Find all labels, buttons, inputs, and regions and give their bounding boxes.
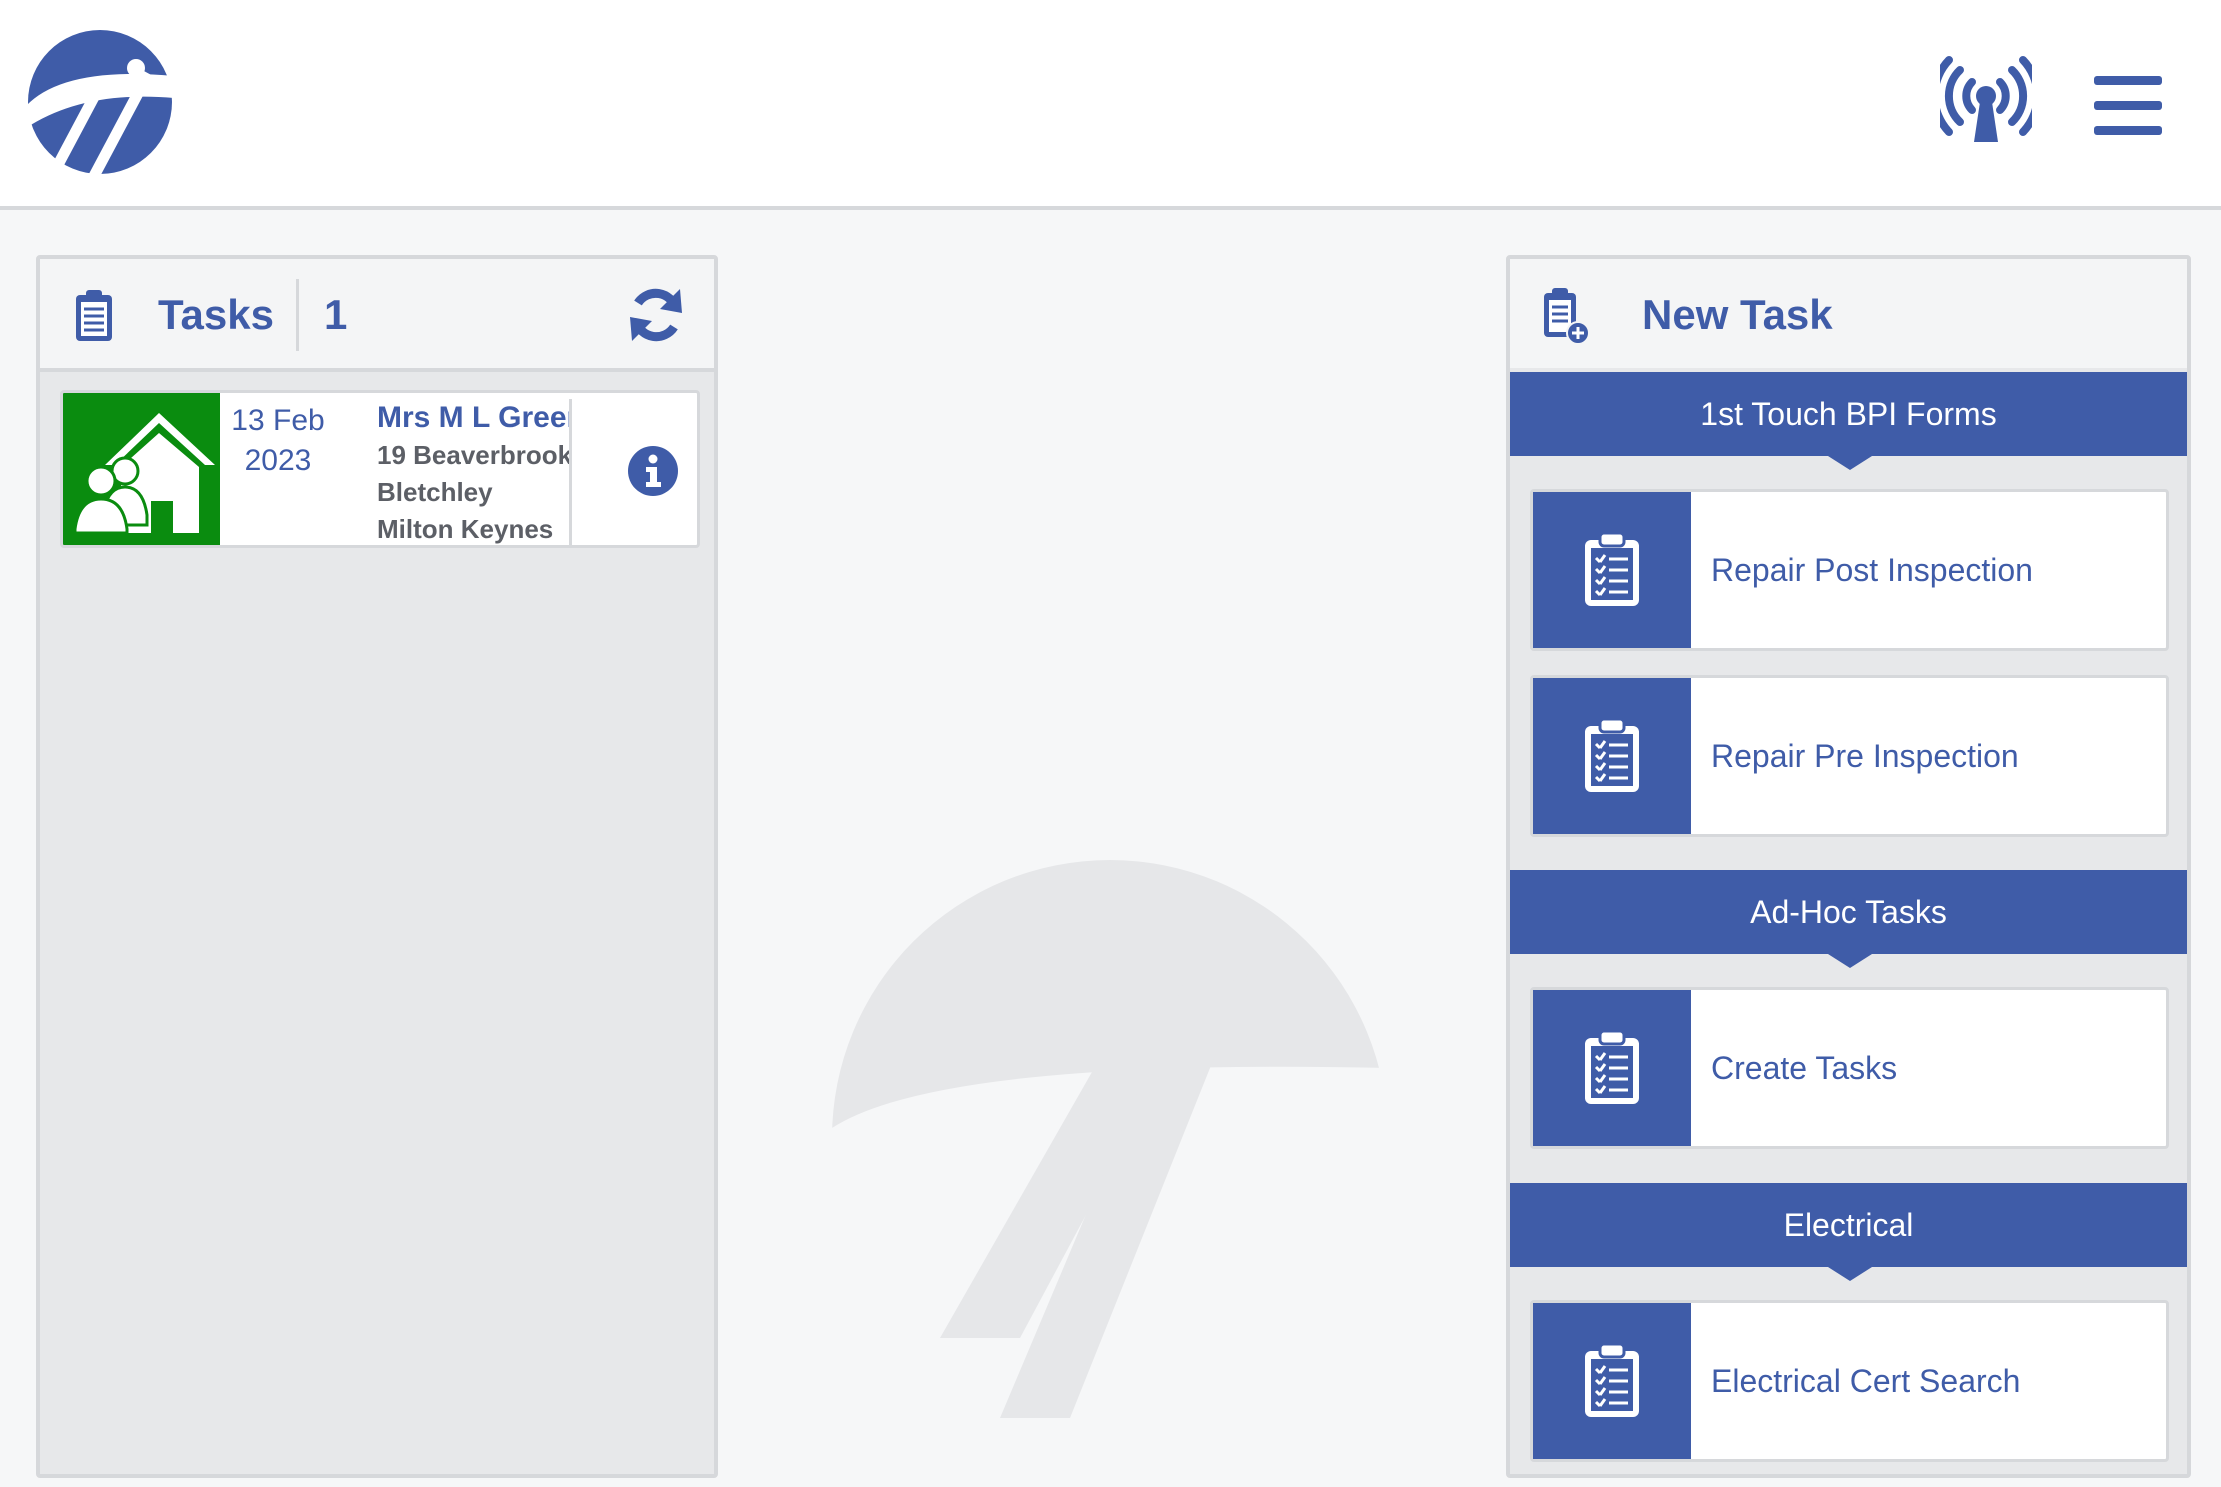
tasks-header: Tasks 1 xyxy=(40,259,714,372)
new-task-panel: New Task 1st Touch BPI Forms Repair Post… xyxy=(1506,255,2191,1478)
tasks-panel: Tasks 1 13 Feb 2023 Mrs M L Green 19 Bea… xyxy=(36,255,718,1478)
section-title: 1st Touch BPI Forms xyxy=(1700,396,1997,432)
clipboard-add-icon xyxy=(1544,288,1590,345)
form-item-label: Repair Post Inspection xyxy=(1711,552,2033,588)
hamburger-menu-icon[interactable] xyxy=(2094,76,2162,138)
repair-post-inspection-button[interactable]: Repair Post Inspection xyxy=(1530,489,2169,651)
task-date-day: 13 Feb xyxy=(231,404,325,437)
repair-pre-inspection-button[interactable]: Repair Pre Inspection xyxy=(1530,675,2169,837)
signal-tower-icon[interactable] xyxy=(1940,54,2032,144)
task-address-line3: Milton Keynes xyxy=(377,514,554,544)
task-address-line2: Bletchley xyxy=(377,477,493,507)
task-details: Mrs M L Green 19 Beaverbrook Bletchley M… xyxy=(377,399,572,545)
form-item-label: Repair Pre Inspection xyxy=(1711,738,2019,774)
task-date: 13 Feb 2023 xyxy=(223,401,333,481)
clipboard-checklist-icon xyxy=(1533,492,1691,648)
form-item-label: Electrical Cert Search xyxy=(1711,1363,2021,1399)
task-customer-name: Mrs M L Green xyxy=(377,401,572,434)
info-icon[interactable] xyxy=(627,445,679,497)
tasks-header-divider xyxy=(296,279,299,351)
task-address-line1: 19 Beaverbrook xyxy=(377,440,572,470)
new-task-header: New Task xyxy=(1510,259,2187,368)
clipboard-checklist-icon xyxy=(1533,678,1691,834)
tasks-count-badge: 1 xyxy=(324,291,348,338)
section-title: Electrical xyxy=(1783,1207,1914,1243)
section-header-ad-hoc-tasks: Ad-Hoc Tasks xyxy=(1510,870,2187,968)
tasks-title: Tasks xyxy=(158,291,274,338)
form-item-label: Create Tasks xyxy=(1711,1050,1898,1086)
clipboard-checklist-icon xyxy=(1533,1303,1691,1459)
clipboard-icon xyxy=(76,290,112,341)
company-logo xyxy=(26,30,174,176)
tenants-house-icon xyxy=(63,393,220,545)
clipboard-checklist-icon xyxy=(1533,990,1691,1146)
new-task-title: New Task xyxy=(1642,291,1833,338)
section-header-electrical: Electrical xyxy=(1510,1183,2187,1281)
section-title: Ad-Hoc Tasks xyxy=(1750,894,1947,930)
refresh-icon[interactable] xyxy=(626,285,686,345)
create-tasks-button[interactable]: Create Tasks xyxy=(1530,987,2169,1149)
electrical-cert-search-button[interactable]: Electrical Cert Search xyxy=(1530,1300,2169,1462)
app-header xyxy=(0,0,2221,210)
task-date-year: 2023 xyxy=(244,444,312,477)
task-list-item[interactable]: 13 Feb 2023 Mrs M L Green 19 Beaverbrook… xyxy=(60,390,700,548)
section-header-bpi-forms: 1st Touch BPI Forms xyxy=(1510,372,2187,470)
watermark-logo xyxy=(830,860,1390,1418)
